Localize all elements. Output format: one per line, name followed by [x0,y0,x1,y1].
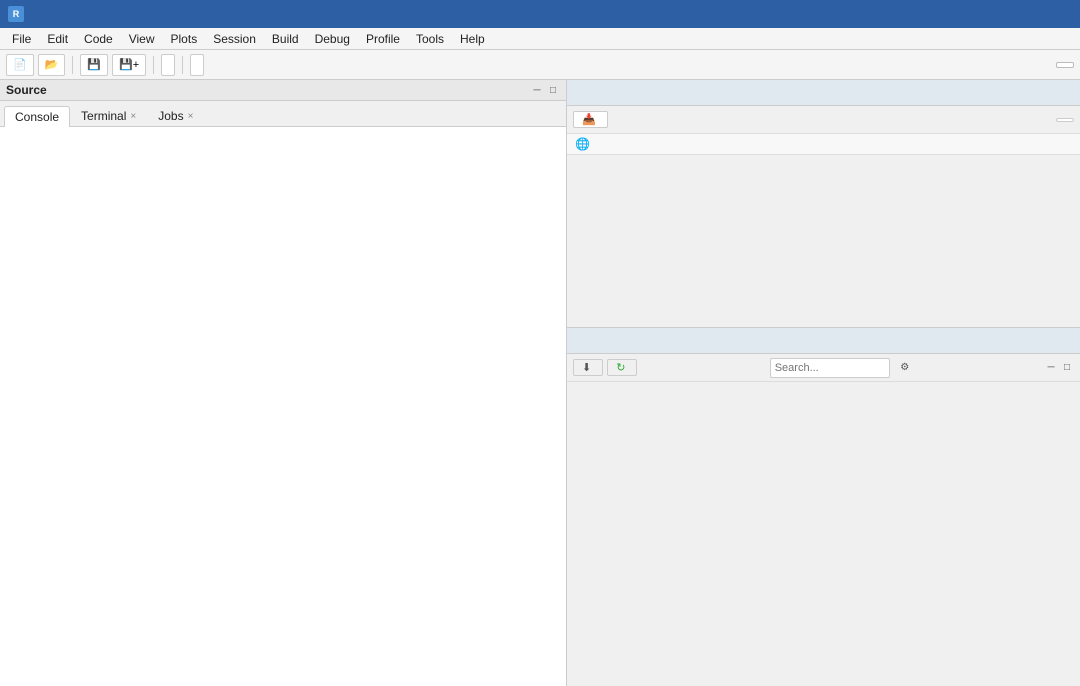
env-empty-message [567,155,1080,327]
menu-item-plots[interactable]: Plots [163,30,206,48]
close-button[interactable] [1056,6,1072,22]
menu-item-profile[interactable]: Profile [358,30,408,48]
globe-icon: 🌐 [575,137,590,151]
packages-settings-button[interactable]: ⚙ [898,361,912,375]
toolbar-separator-3 [182,56,183,74]
update-icon: ↻ [616,361,625,374]
packages-panel-minimize[interactable]: ─ [1044,361,1058,375]
menu-item-code[interactable]: Code [76,30,121,48]
addins-button[interactable] [190,54,204,76]
source-title: Source [6,83,530,97]
files-tab-bar [567,328,1080,354]
minimize-button[interactable] [1016,6,1032,22]
source-maximize[interactable]: □ [546,83,560,97]
app-icon: R [8,6,24,22]
titlebar: R [0,0,1080,28]
list-view-button[interactable] [1056,118,1074,122]
main-area: Source ─ □ ConsoleTerminal×Jobs× 📥 [0,80,1080,686]
tab-terminal[interactable]: Terminal× [70,105,147,126]
left-pane: Source ─ □ ConsoleTerminal×Jobs× [0,80,567,686]
window-controls [1016,6,1072,22]
source-controls: ─ □ [530,83,560,97]
files-panel: ⬇ ↻ ⚙ ─ □ [567,328,1080,686]
import-icon: 📥 [582,113,596,126]
install-packages-button[interactable]: ⬇ [573,359,603,376]
menu-item-build[interactable]: Build [264,30,307,48]
menu-item-view[interactable]: View [121,30,163,48]
save-all-button[interactable]: 💾+ [112,54,146,76]
right-pane: 📥 🌐 ⬇ [567,80,1080,686]
menu-item-tools[interactable]: Tools [408,30,452,48]
menu-item-session[interactable]: Session [205,30,264,48]
packages-table-container [567,382,1080,686]
env-toolbar: 📥 [567,106,1080,134]
packages-search-input[interactable] [770,358,890,378]
console-output[interactable] [0,127,566,686]
env-toolbar-right [1056,118,1074,122]
environment-panel: 📥 🌐 [567,80,1080,328]
menu-item-debug[interactable]: Debug [307,30,358,48]
toolbar: 📄 📂 💾 💾+ [0,50,1080,80]
toolbar-separator-1 [72,56,73,74]
tab-close-terminal[interactable]: × [130,111,136,122]
update-packages-button[interactable]: ↻ [607,359,637,376]
project-selector[interactable] [1056,62,1074,68]
menu-item-help[interactable]: Help [452,30,493,48]
open-file-button[interactable]: 📂 [38,54,66,76]
tab-jobs[interactable]: Jobs× [147,105,204,126]
menu-item-edit[interactable]: Edit [39,30,76,48]
maximize-button[interactable] [1036,6,1052,22]
packages-panel-maximize[interactable]: □ [1060,361,1074,375]
global-env-selector[interactable]: 🌐 [567,134,1080,155]
tab-close-jobs[interactable]: × [188,111,194,122]
source-header: Source ─ □ [0,80,566,101]
menu-item-file[interactable]: File [4,30,39,48]
source-minimize[interactable]: ─ [530,83,544,97]
toolbar-separator-2 [153,56,154,74]
env-tab-bar [567,80,1080,106]
console-tab-bar: ConsoleTerminal×Jobs× [0,101,566,127]
menubar: FileEditCodeViewPlotsSessionBuildDebugPr… [0,28,1080,50]
packages-toolbar: ⬇ ↻ ⚙ ─ □ [567,354,1080,382]
go-to-file-button[interactable] [161,54,175,76]
import-dataset-button[interactable]: 📥 [573,111,608,128]
install-icon: ⬇ [582,361,591,374]
new-file-button[interactable]: 📄 [6,54,34,76]
tab-console[interactable]: Console [4,106,70,127]
save-button[interactable]: 💾 [80,54,108,76]
